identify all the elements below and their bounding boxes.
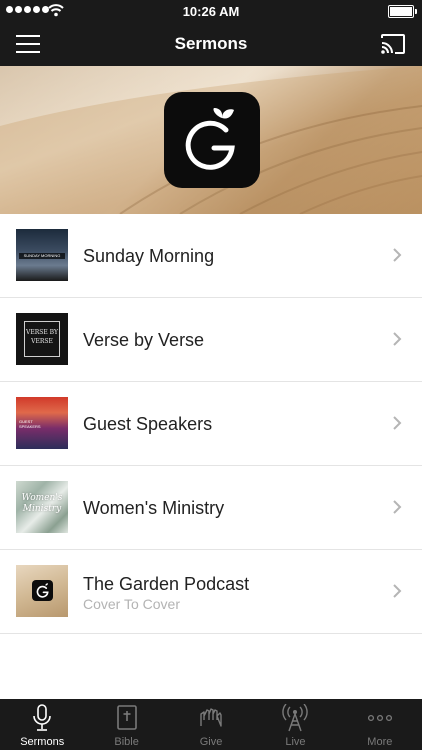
tab-label: Bible bbox=[114, 736, 139, 748]
tab-label: More bbox=[367, 736, 393, 748]
cast-icon[interactable] bbox=[380, 33, 406, 55]
chevron-right-icon bbox=[393, 248, 402, 262]
tab-more[interactable]: More bbox=[338, 699, 422, 750]
chevron-right-icon bbox=[393, 500, 402, 514]
church-logo-small bbox=[32, 580, 53, 601]
hero-banner bbox=[0, 66, 422, 214]
battery-icon bbox=[388, 5, 417, 18]
sermon-series-list: SUNDAY MORNING Sunday Morning VERSE BY V… bbox=[0, 214, 422, 634]
series-row-verse-by-verse[interactable]: VERSE BY VERSE Verse by Verse bbox=[0, 298, 422, 382]
status-time: 10:26 AM bbox=[182, 4, 240, 19]
thumbnail-caption: GUEST SPEAKERS bbox=[19, 419, 41, 429]
broadcast-tower-icon bbox=[282, 704, 309, 732]
chevron-right-icon bbox=[393, 332, 402, 346]
tab-label: Sermons bbox=[20, 736, 65, 748]
guest-speakers-thumbnail: GUEST SPEAKERS bbox=[16, 397, 68, 449]
sunday-morning-thumbnail: SUNDAY MORNING bbox=[16, 229, 68, 281]
thumbnail-caption: Women's Ministry bbox=[21, 493, 63, 514]
tab-label: Give bbox=[199, 736, 223, 748]
tab-give[interactable]: Give bbox=[169, 699, 253, 750]
microphone-icon bbox=[33, 704, 52, 731]
thumbnail-caption: VERSE BY VERSE bbox=[24, 321, 60, 357]
page-title: Sermons bbox=[174, 34, 248, 53]
bible-icon bbox=[116, 705, 137, 730]
more-dots-icon bbox=[367, 714, 392, 722]
chevron-right-icon bbox=[393, 416, 402, 430]
womens-ministry-thumbnail: Women's Ministry bbox=[16, 481, 68, 533]
series-title: The Garden Podcast bbox=[83, 574, 250, 594]
series-row-guest-speakers[interactable]: GUEST SPEAKERS Guest Speakers bbox=[0, 382, 422, 466]
garden-g-leaf-icon bbox=[185, 108, 235, 170]
series-title: Women's Ministry bbox=[83, 498, 225, 518]
tab-sermons[interactable]: Sermons bbox=[0, 699, 84, 750]
navigation-bar: Sermons bbox=[0, 22, 422, 66]
tab-bar: Sermons Bible Give Live More bbox=[0, 699, 422, 750]
series-row-womens-ministry[interactable]: Women's Ministry Women's Ministry bbox=[0, 466, 422, 550]
series-row-garden-podcast[interactable]: The Garden Podcast Cover To Cover bbox=[0, 550, 422, 634]
give-hands-icon bbox=[200, 708, 222, 727]
series-title: Sunday Morning bbox=[83, 246, 215, 266]
tab-label: Live bbox=[285, 736, 306, 748]
status-bar: 10:26 AM bbox=[0, 0, 422, 22]
series-row-sunday-morning[interactable]: SUNDAY MORNING Sunday Morning bbox=[0, 214, 422, 298]
series-title: Guest Speakers bbox=[83, 414, 213, 434]
series-subtitle: Cover To Cover bbox=[83, 596, 181, 612]
chevron-right-icon bbox=[393, 584, 402, 598]
garden-g-leaf-icon bbox=[36, 583, 49, 598]
thumbnail-caption: SUNDAY MORNING bbox=[19, 253, 65, 259]
garden-podcast-thumbnail bbox=[16, 565, 68, 617]
tab-live[interactable]: Live bbox=[253, 699, 337, 750]
series-title: Verse by Verse bbox=[83, 330, 205, 350]
church-logo bbox=[164, 92, 260, 188]
tab-bible[interactable]: Bible bbox=[84, 699, 168, 750]
verse-by-verse-thumbnail: VERSE BY VERSE bbox=[16, 313, 68, 365]
